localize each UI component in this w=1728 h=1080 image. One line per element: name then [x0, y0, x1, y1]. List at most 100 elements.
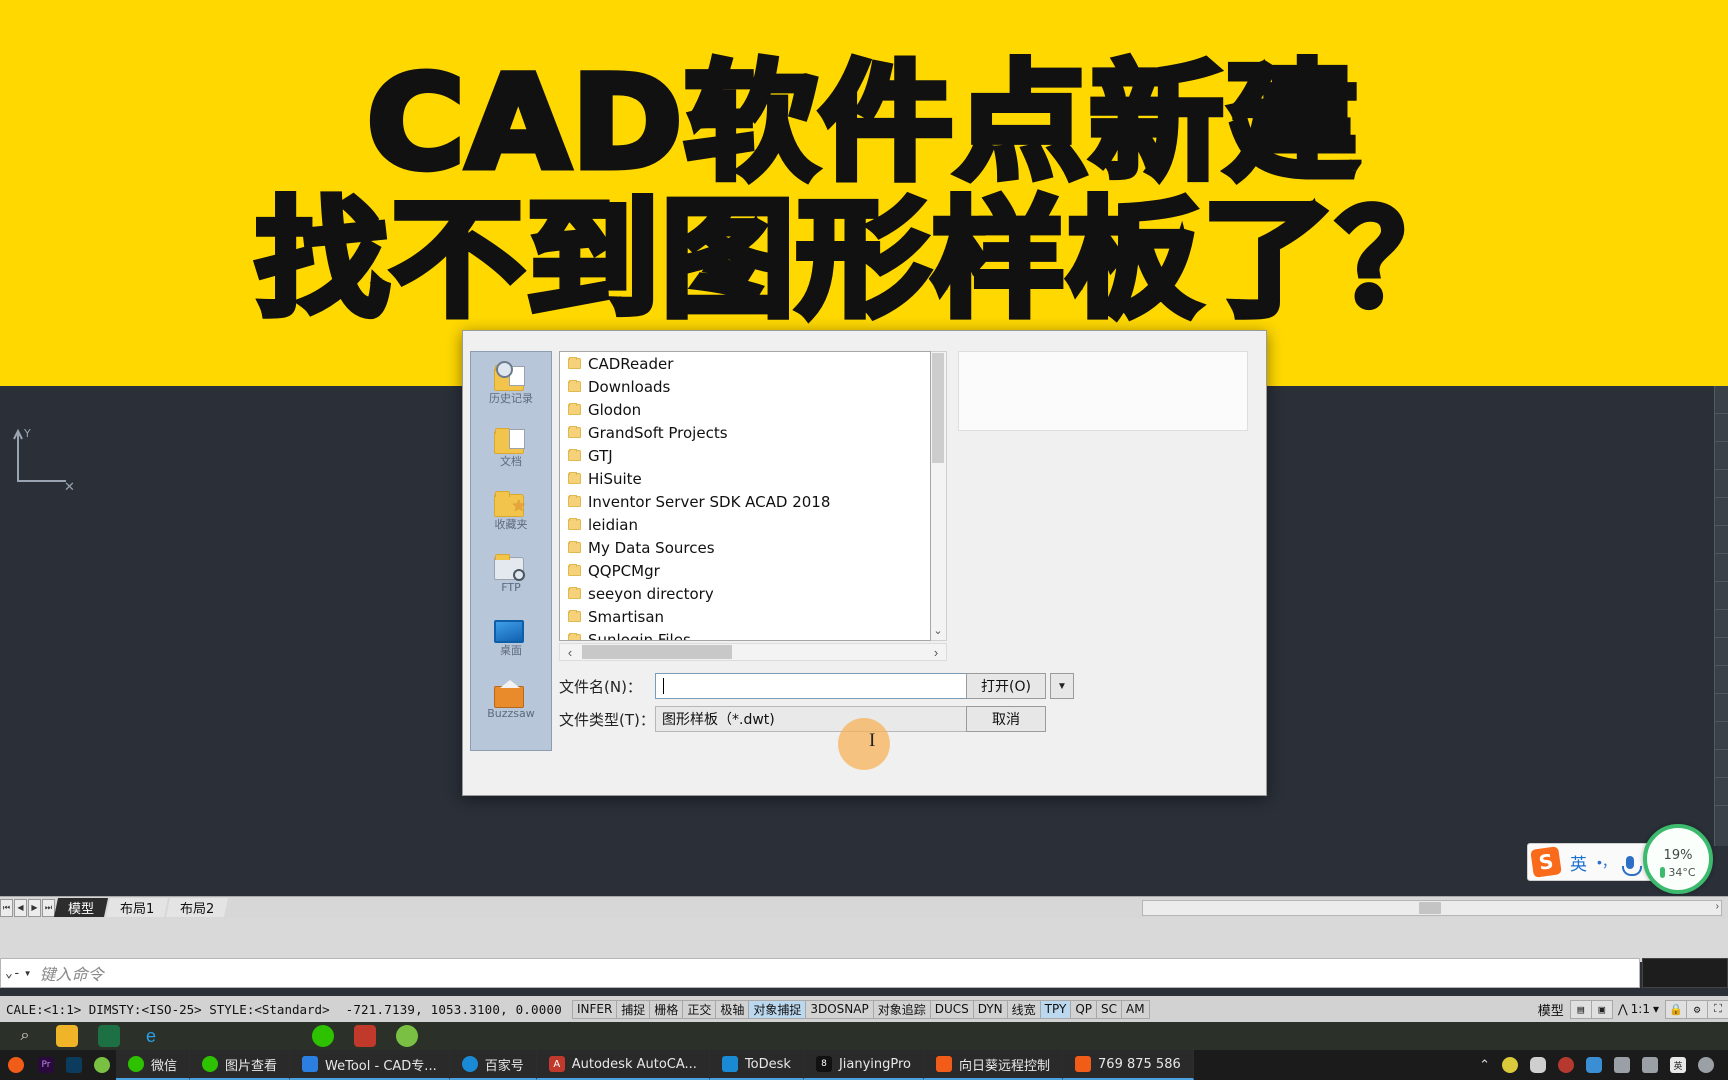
fullscreen-icon[interactable]: ⛶ — [1707, 999, 1728, 1019]
cancel-button[interactable]: 取消 — [966, 706, 1046, 732]
toggle-ortho[interactable]: 正交 — [682, 999, 717, 1019]
command-prompt-icon[interactable]: ⌄- — [5, 966, 21, 981]
clock-icon[interactable] — [1698, 1057, 1714, 1073]
command-input-bar[interactable]: ⌄- ▼ 键入命令 — [0, 958, 1640, 988]
cloud-icon[interactable] — [1586, 1057, 1602, 1073]
taskbar-app-todesk[interactable]: ToDesk — [709, 1050, 804, 1080]
antivirus-icon[interactable] — [1558, 1057, 1574, 1073]
tab-model[interactable]: 模型 — [53, 898, 109, 917]
toggle-lineweight[interactable]: 线宽 — [1006, 999, 1041, 1019]
browser-icon[interactable] — [396, 1025, 418, 1047]
taskbar-app-wechat[interactable]: 微信 — [116, 1050, 191, 1080]
toggle-am[interactable]: AM — [1121, 999, 1150, 1019]
open-button[interactable]: 打开(O) — [966, 673, 1046, 699]
chevron-down-icon[interactable]: ▼ — [24, 969, 32, 978]
place-ftp[interactable]: FTP — [471, 549, 551, 612]
status-model-label[interactable]: 模型 — [1532, 1000, 1570, 1019]
place-buzzsaw[interactable]: Buzzsaw — [471, 675, 551, 738]
list-item[interactable]: Inventor Server SDK ACAD 2018 — [560, 490, 930, 513]
toggle-infer[interactable]: INFER — [571, 999, 618, 1019]
tab-layout1[interactable]: 布局1 — [105, 898, 169, 917]
file-explorer-icon[interactable] — [56, 1025, 78, 1047]
list-item[interactable]: My Data Sources — [560, 536, 930, 559]
toggle-snap[interactable]: 捕捉 — [616, 999, 651, 1019]
scrollbar-track[interactable] — [580, 644, 926, 660]
toggle-osnap[interactable]: 对象捕捉 — [748, 999, 807, 1019]
toggle-sc[interactable]: SC — [1096, 999, 1122, 1019]
tab-layout2[interactable]: 布局2 — [166, 898, 229, 917]
volume-icon[interactable] — [1642, 1057, 1658, 1073]
microphone-icon[interactable] — [1621, 855, 1642, 876]
internet-explorer-icon[interactable]: e — [140, 1025, 162, 1047]
chevron-down-icon[interactable]: ▾ — [1653, 1002, 1659, 1016]
file-list-vertical-scrollbar[interactable]: ⌄ — [931, 351, 947, 641]
horizontal-view-scrollbar[interactable]: › — [1142, 899, 1722, 916]
tile-view-icon[interactable]: ▣ — [1590, 999, 1613, 1019]
battery-temperature-widget[interactable]: 19% 34°C — [1643, 824, 1713, 894]
place-documents[interactable]: 文档 — [471, 423, 551, 486]
list-item[interactable]: seeyon directory — [560, 582, 930, 605]
toggle-polar[interactable]: 极轴 — [715, 999, 750, 1019]
toggle-grid[interactable]: 栅格 — [649, 999, 684, 1019]
autocad-icon[interactable] — [354, 1025, 376, 1047]
place-desktop[interactable]: 桌面 — [471, 612, 551, 675]
scrollbar-thumb[interactable] — [582, 645, 732, 659]
file-list-horizontal-scrollbar[interactable]: ‹ › — [559, 643, 947, 661]
update-icon[interactable] — [1502, 1057, 1518, 1073]
place-favorites[interactable]: ★ 收藏夹 — [471, 486, 551, 549]
chevron-right-icon[interactable]: › — [926, 645, 946, 660]
taskbar-icon-photoshop[interactable] — [60, 1050, 88, 1080]
command-input[interactable]: 键入命令 — [40, 961, 104, 985]
tab-nav-last[interactable]: ⏭ — [42, 898, 55, 917]
wechat-icon[interactable] — [312, 1025, 334, 1047]
list-item[interactable]: CADReader — [560, 352, 930, 375]
taskbar-app-autocad[interactable]: A Autodesk AutoCA... — [536, 1050, 710, 1080]
tab-nav-first[interactable]: ⏮ — [0, 898, 13, 917]
annotation-scale[interactable]: ⋀ 1:1 ▾ — [1612, 1002, 1665, 1016]
microphone-icon[interactable] — [1530, 1057, 1546, 1073]
taskbar-app-session-id[interactable]: 769 875 586 — [1063, 1050, 1194, 1080]
list-item[interactable]: QQPCMgr — [560, 559, 930, 582]
toggle-dyn[interactable]: DYN — [972, 999, 1008, 1019]
search-icon[interactable]: ⌕ — [14, 1025, 36, 1047]
file-list[interactable]: CADReader Downloads Glodon GrandSoft Pro… — [559, 351, 931, 641]
layout-view-icon[interactable]: ▤ — [1569, 999, 1592, 1019]
ime-punctuation-toggle[interactable]: •， — [1597, 852, 1616, 872]
chevron-right-icon[interactable]: › — [1716, 901, 1719, 912]
open-dropdown-button[interactable]: ▼ — [1050, 673, 1074, 699]
taskbar-icon-browser[interactable] — [88, 1050, 116, 1080]
toggle-qp[interactable]: QP — [1070, 999, 1097, 1019]
list-item[interactable]: GrandSoft Projects — [560, 421, 930, 444]
taskbar-app-jianying[interactable]: 8 JianyingPro — [803, 1050, 925, 1080]
scrollbar-thumb[interactable] — [932, 353, 944, 463]
place-history[interactable]: 历史记录 — [471, 360, 551, 423]
sogou-logo-icon[interactable]: S — [1530, 846, 1562, 878]
taskbar-app-baijiahao[interactable]: 百家号 — [449, 1050, 537, 1080]
taskbar-app-sunflower[interactable]: 向日葵远程控制 — [924, 1050, 1064, 1080]
list-item[interactable]: Smartisan — [560, 605, 930, 628]
start-button[interactable] — [0, 1050, 32, 1080]
ime-language-mode[interactable]: 英 — [1570, 850, 1587, 875]
coordinate-readout[interactable]: -721.7139, 1053.3100, 0.0000 — [336, 1002, 572, 1017]
toggle-3dosnap[interactable]: 3DOSNAP — [805, 999, 874, 1019]
list-item[interactable]: GTJ — [560, 444, 930, 467]
network-icon[interactable] — [1614, 1057, 1630, 1073]
taskbar-app-image-viewer[interactable]: 图片查看 — [190, 1050, 291, 1080]
list-item[interactable]: Sunlogin Files — [560, 628, 930, 640]
lock-icon[interactable]: 🔒 — [1665, 999, 1687, 1019]
chevron-left-icon[interactable]: ‹ — [560, 645, 580, 660]
toggle-tpy[interactable]: TPY — [1039, 999, 1072, 1019]
excel-icon[interactable] — [98, 1025, 120, 1047]
toggle-ducs[interactable]: DUCS — [929, 999, 974, 1019]
list-item[interactable]: Glodon — [560, 398, 930, 421]
ime-tray-icon[interactable]: 英 — [1670, 1057, 1686, 1073]
list-item[interactable]: HiSuite — [560, 467, 930, 490]
tab-nav-next[interactable]: ▶ — [28, 898, 41, 917]
chevron-down-icon[interactable]: ⌄ — [931, 624, 945, 638]
taskbar-icon-premiere[interactable]: Pr — [32, 1050, 60, 1080]
tab-nav-prev[interactable]: ◀ — [14, 898, 27, 917]
toggle-otrack[interactable]: 对象追踪 — [872, 999, 931, 1019]
list-item[interactable]: leidian — [560, 513, 930, 536]
taskbar-app-wetool[interactable]: WeTool - CAD专... — [290, 1050, 450, 1080]
settings-gear-icon[interactable]: ⚙ — [1686, 999, 1708, 1019]
